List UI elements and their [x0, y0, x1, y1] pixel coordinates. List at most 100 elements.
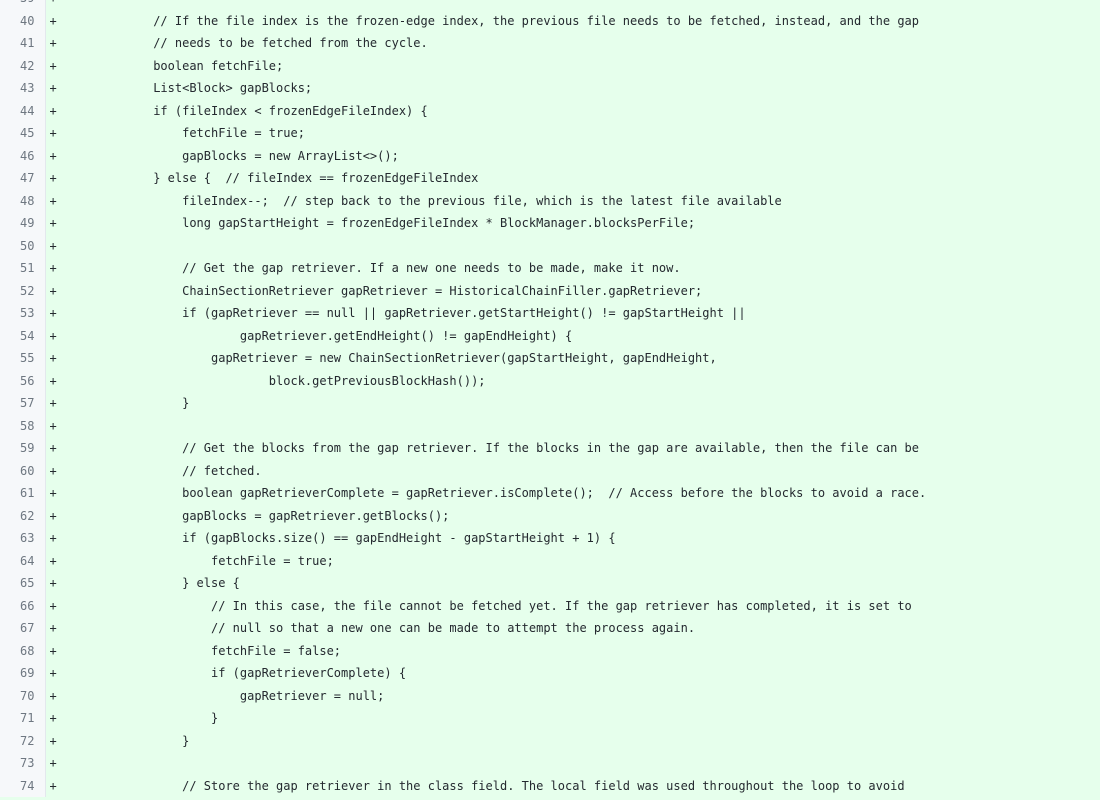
diff-line-row[interactable]: 72 + }: [0, 729, 1100, 752]
diff-line-content[interactable]: + // fetched.: [45, 459, 1100, 482]
diff-line-row[interactable]: 59 + // Get the blocks from the gap retri…: [0, 437, 1100, 460]
line-number[interactable]: 65: [0, 572, 46, 595]
line-number[interactable]: 70: [0, 684, 46, 707]
diff-line-row[interactable]: 54 + gapRetriever.getEndHeight() != gapEn…: [0, 324, 1100, 347]
diff-line-row[interactable]: 57 + }: [0, 392, 1100, 415]
diff-line-content[interactable]: + gapRetriever.getEndHeight() != gapEndH…: [45, 324, 1100, 347]
diff-line-row[interactable]: 66 + // In this case, the file cannot be …: [0, 594, 1100, 617]
diff-line-content[interactable]: + List<Block> gapBlocks;: [45, 77, 1100, 100]
diff-line-row[interactable]: 60 + // fetched.: [0, 459, 1100, 482]
diff-line-content[interactable]: + fetchFile = true;: [45, 122, 1100, 145]
diff-line-row[interactable]: 74 + // Store the gap retriever in the cl…: [0, 774, 1100, 797]
diff-line-content[interactable]: + // Get the gap retriever. If a new one…: [45, 257, 1100, 280]
diff-line-row[interactable]: 55 + gapRetriever = new ChainSectionRetri…: [0, 347, 1100, 370]
diff-line-row[interactable]: 62 + gapBlocks = gapRetriever.getBlocks()…: [0, 504, 1100, 527]
diff-line-content[interactable]: + gapRetriever = null;: [45, 684, 1100, 707]
diff-line-row[interactable]: 44 + if (fileIndex < frozenEdgeFileIndex)…: [0, 99, 1100, 122]
diff-line-content[interactable]: + fetchFile = true;: [45, 549, 1100, 572]
diff-line-row[interactable]: 43 + List<Block> gapBlocks;: [0, 77, 1100, 100]
diff-line-content[interactable]: +: [45, 752, 1100, 775]
line-number[interactable]: 39: [0, 0, 46, 10]
diff-line-row[interactable]: 71 + }: [0, 707, 1100, 730]
diff-line-content[interactable]: + }: [45, 707, 1100, 730]
diff-line-row[interactable]: 51 + // Get the gap retriever. If a new o…: [0, 257, 1100, 280]
diff-line-content[interactable]: + if (gapRetriever == null || gapRetriev…: [45, 302, 1100, 325]
diff-line-content[interactable]: + block.getPreviousBlockHash());: [45, 369, 1100, 392]
line-number[interactable]: 73: [0, 752, 46, 775]
diff-line-row[interactable]: 56 + block.getPreviousBlockHash());: [0, 369, 1100, 392]
line-number[interactable]: 60: [0, 459, 46, 482]
line-number[interactable]: 57: [0, 392, 46, 415]
diff-line-content[interactable]: + gapBlocks = new ArrayList<>();: [45, 144, 1100, 167]
diff-line-row[interactable]: 61 + boolean gapRetrieverComplete = gapRe…: [0, 482, 1100, 505]
diff-line-content[interactable]: + // Get the blocks from the gap retriev…: [45, 437, 1100, 460]
line-number[interactable]: 71: [0, 707, 46, 730]
diff-line-content[interactable]: + boolean gapRetrieverComplete = gapRetr…: [45, 482, 1100, 505]
diff-line-content[interactable]: + gapBlocks = gapRetriever.getBlocks();: [45, 504, 1100, 527]
line-number[interactable]: 59: [0, 437, 46, 460]
line-number[interactable]: 50: [0, 234, 46, 257]
diff-line-row[interactable]: 73 +: [0, 752, 1100, 775]
diff-line-row[interactable]: 40 + // If the file index is the frozen-e…: [0, 9, 1100, 32]
diff-line-content[interactable]: +: [45, 234, 1100, 257]
diff-line-content[interactable]: + // null so that a new one can be made …: [45, 617, 1100, 640]
diff-line-content[interactable]: + // If the file index is the frozen-edg…: [45, 9, 1100, 32]
line-number[interactable]: 41: [0, 32, 46, 55]
line-number[interactable]: 47: [0, 167, 46, 190]
diff-line-row[interactable]: 67 + // null so that a new one can be mad…: [0, 617, 1100, 640]
line-number[interactable]: 62: [0, 504, 46, 527]
diff-line-row[interactable]: 46 + gapBlocks = new ArrayList<>();: [0, 144, 1100, 167]
line-number[interactable]: 61: [0, 482, 46, 505]
diff-line-content[interactable]: +: [45, 414, 1100, 437]
diff-line-row[interactable]: 48 + fileIndex--; // step back to the pre…: [0, 189, 1100, 212]
diff-line-content[interactable]: + fileIndex--; // step back to the previ…: [45, 189, 1100, 212]
diff-line-row[interactable]: 39+: [0, 0, 1100, 10]
line-number[interactable]: 72: [0, 729, 46, 752]
diff-line-row[interactable]: 63 + if (gapBlocks.size() == gapEndHeight…: [0, 527, 1100, 550]
diff-line-row[interactable]: 68 + fetchFile = false;: [0, 639, 1100, 662]
diff-line-row[interactable]: 69 + if (gapRetrieverComplete) {: [0, 662, 1100, 685]
line-number[interactable]: 53: [0, 302, 46, 325]
diff-line-row[interactable]: 45 + fetchFile = true;: [0, 122, 1100, 145]
line-number[interactable]: 64: [0, 549, 46, 572]
diff-line-content[interactable]: + }: [45, 392, 1100, 415]
diff-line-row[interactable]: 52 + ChainSectionRetriever gapRetriever =…: [0, 279, 1100, 302]
diff-line-content[interactable]: + ChainSectionRetriever gapRetriever = H…: [45, 279, 1100, 302]
diff-line-row[interactable]: 41 + // needs to be fetched from the cycl…: [0, 32, 1100, 55]
line-number[interactable]: 51: [0, 257, 46, 280]
diff-viewer[interactable]: 39+40+ // If the file index is the froze…: [0, 0, 1100, 800]
diff-line-content[interactable]: + } else { // fileIndex == frozenEdgeFil…: [45, 167, 1100, 190]
diff-line-row[interactable]: 49 + long gapStartHeight = frozenEdgeFile…: [0, 212, 1100, 235]
line-number[interactable]: 67: [0, 617, 46, 640]
diff-line-content[interactable]: +: [45, 0, 1100, 10]
line-number[interactable]: 54: [0, 324, 46, 347]
diff-line-row[interactable]: 47 + } else { // fileIndex == frozenEdgeF…: [0, 167, 1100, 190]
line-number[interactable]: 66: [0, 594, 46, 617]
line-number[interactable]: 69: [0, 662, 46, 685]
line-number[interactable]: 44: [0, 99, 46, 122]
line-number[interactable]: 40: [0, 9, 46, 32]
line-number[interactable]: 55: [0, 347, 46, 370]
diff-line-content[interactable]: + if (gapRetrieverComplete) {: [45, 662, 1100, 685]
line-number[interactable]: 49: [0, 212, 46, 235]
line-number[interactable]: 43: [0, 77, 46, 100]
diff-line-content[interactable]: + boolean fetchFile;: [45, 54, 1100, 77]
line-number[interactable]: 63: [0, 527, 46, 550]
diff-line-content[interactable]: + if (fileIndex < frozenEdgeFileIndex) {: [45, 99, 1100, 122]
diff-line-content[interactable]: + // needs to be fetched from the cycle.: [45, 32, 1100, 55]
diff-line-row[interactable]: 58 +: [0, 414, 1100, 437]
line-number[interactable]: 48: [0, 189, 46, 212]
diff-line-row[interactable]: 50 +: [0, 234, 1100, 257]
line-number[interactable]: 42: [0, 54, 46, 77]
line-number[interactable]: 46: [0, 144, 46, 167]
diff-line-content[interactable]: + long gapStartHeight = frozenEdgeFileIn…: [45, 212, 1100, 235]
line-number[interactable]: 74: [0, 774, 46, 797]
line-number[interactable]: 45: [0, 122, 46, 145]
line-number[interactable]: 68: [0, 639, 46, 662]
diff-line-content[interactable]: + fetchFile = false;: [45, 639, 1100, 662]
diff-line-content[interactable]: + if (gapBlocks.size() == gapEndHeight -…: [45, 527, 1100, 550]
diff-line-content[interactable]: + gapRetriever = new ChainSectionRetriev…: [45, 347, 1100, 370]
line-number[interactable]: 58: [0, 414, 46, 437]
diff-line-content[interactable]: + // In this case, the file cannot be fe…: [45, 594, 1100, 617]
diff-line-content[interactable]: + } else {: [45, 572, 1100, 595]
